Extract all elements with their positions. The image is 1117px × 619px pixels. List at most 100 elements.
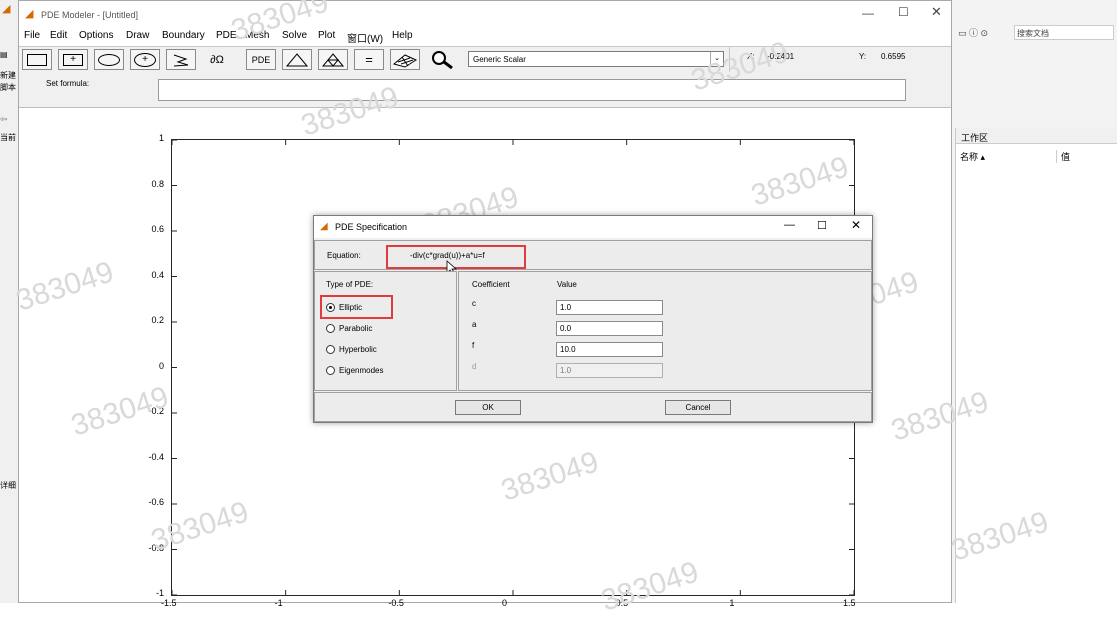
polygon-icon	[173, 54, 189, 66]
workspace-panel: 工作区 名称 ▴ 值	[955, 128, 1117, 603]
maximize-icon[interactable]: ☐	[898, 5, 909, 19]
matlab-left-strip: ◢ ▤ 新建 脚本 ⇦ 当前 详细	[0, 0, 19, 603]
matlab-dialog-icon: ◢	[320, 221, 328, 232]
y-tick-label: -0.2	[148, 406, 164, 416]
menu-file[interactable]: File	[24, 30, 40, 41]
coef-value-f-input[interactable]: 10.0	[556, 342, 663, 357]
rectangle-button[interactable]	[22, 49, 52, 70]
pde-mode-button[interactable]: PDE	[246, 49, 276, 70]
equation-label: Equation:	[327, 251, 361, 260]
coef-value-d-input: 1.0	[556, 363, 663, 378]
workspace-col-name[interactable]: 名称 ▴	[960, 150, 985, 163]
ellipse-icon	[98, 53, 120, 66]
cancel-button[interactable]: Cancel	[665, 400, 731, 415]
ellipse-center-button[interactable]: +	[130, 49, 160, 70]
left-label-details: 详细	[0, 481, 16, 490]
y-tick-label: -0.4	[148, 451, 164, 462]
back-arrow-icon[interactable]: ⇦	[0, 114, 8, 125]
coef-name-c: c	[472, 299, 476, 308]
chevron-down-icon: ⌄	[710, 52, 723, 66]
y-tick-label: 0	[158, 360, 164, 371]
y-tick-label: 0.2	[151, 315, 164, 325]
radio-eigenmodes[interactable]: Eigenmodes	[326, 365, 446, 377]
elliptic-highlight-box	[320, 295, 393, 319]
radio-eigenmodes-label: Eigenmodes	[339, 366, 384, 375]
menu-plot[interactable]: Plot	[318, 30, 335, 41]
menu-pde[interactable]: PDE	[216, 30, 237, 41]
application-mode-value: Generic Scalar	[473, 55, 526, 64]
workspace-col-value[interactable]: 值	[1056, 150, 1070, 163]
close-icon[interactable]: ✕	[931, 4, 942, 20]
y-tick-label: 0.6	[151, 224, 164, 234]
y-tick-label: 1	[158, 133, 164, 143]
x-tick-label: 0	[502, 598, 508, 608]
x-tick-label: 1.5	[843, 598, 856, 608]
plot-button[interactable]	[390, 49, 420, 70]
ellipse-button[interactable]	[94, 49, 124, 70]
radio-unselected-icon	[326, 324, 335, 333]
radio-hyperbolic-label: Hyperbolic	[339, 345, 377, 354]
menu-edit[interactable]: Edit	[50, 30, 67, 41]
coef-name-f: f	[472, 341, 475, 350]
x-tick-label: -0.5	[388, 598, 404, 608]
x-tick-label: -1	[274, 598, 283, 608]
x-tick-label: 0.5	[615, 598, 629, 608]
radio-parabolic-label: Parabolic	[339, 324, 373, 333]
left-label-script: 脚本	[0, 83, 16, 92]
refine-mesh-button[interactable]	[318, 49, 348, 70]
boundary-mode-button[interactable]: ∂Ω	[202, 49, 232, 70]
coef-value-c-input[interactable]: 1.0	[556, 300, 663, 315]
menu-window[interactable]: 窗口(W)	[347, 30, 383, 45]
coefficient-header: Coefficient	[472, 280, 510, 289]
rectangle-center-icon: +	[63, 53, 83, 66]
radio-hyperbolic[interactable]: Hyperbolic	[326, 344, 446, 356]
dialog-close-icon[interactable]: ✕	[851, 218, 861, 232]
new-script-icon[interactable]: ▤	[0, 50, 18, 68]
ok-button[interactable]: OK	[455, 400, 521, 415]
y-tick-label: 0.4	[151, 269, 164, 280]
coef-name-a: a	[472, 320, 477, 329]
menu-solve[interactable]: Solve	[282, 30, 307, 41]
formula-bar: Set formula:	[19, 73, 951, 108]
left-label-new: 新建	[0, 71, 16, 80]
left-label-current: 当前	[0, 133, 16, 142]
help-icons[interactable]: ▭ ⓘ ⊙	[958, 26, 988, 39]
radio-unselected-icon	[326, 366, 335, 375]
menu-mesh[interactable]: Mesh	[245, 30, 269, 41]
toolbar: + + ∂Ω PDE = Generic Scalar ⌄ X: -0.2401…	[19, 46, 951, 74]
menu-draw[interactable]: Draw	[126, 30, 149, 41]
coefficient-panel: Coefficient Value c 1.0 a 0.0 f 10.0 d 1…	[458, 271, 872, 391]
dialog-button-panel: OK Cancel	[314, 392, 872, 422]
polygon-button[interactable]	[166, 49, 196, 70]
menu-options[interactable]: Options	[79, 30, 113, 41]
y-coordinate-label: Y:	[859, 52, 867, 61]
rectangle-icon	[27, 53, 47, 66]
search-documentation-input[interactable]: 搜索文档	[1014, 25, 1114, 40]
pde-mode-icon: PDE	[251, 54, 271, 65]
pde-type-panel: Type of PDE: Elliptic Parabolic Hyperbol…	[314, 271, 457, 391]
rectangle-center-button[interactable]: +	[58, 49, 88, 70]
radio-unselected-icon	[326, 345, 335, 354]
coef-value-a-input[interactable]: 0.0	[556, 321, 663, 336]
radio-parabolic[interactable]: Parabolic	[326, 323, 446, 335]
minimize-icon[interactable]: —	[862, 6, 874, 20]
init-mesh-button[interactable]	[282, 49, 312, 70]
dialog-minimize-icon[interactable]: —	[784, 219, 795, 231]
dialog-title: PDE Specification	[335, 222, 408, 232]
menu-boundary[interactable]: Boundary	[162, 30, 205, 41]
y-tick-label: 0.8	[151, 178, 164, 189]
pde-type-header: Type of PDE:	[326, 280, 374, 289]
application-mode-select[interactable]: Generic Scalar ⌄	[468, 51, 724, 67]
menu-help[interactable]: Help	[392, 30, 413, 41]
value-header: Value	[557, 280, 577, 289]
y-coordinate-value: 0.6595	[881, 52, 906, 61]
solve-button[interactable]: =	[354, 49, 384, 70]
boundary-mode-icon: ∂Ω	[210, 53, 224, 66]
y-tick-label: -0.6	[148, 497, 164, 507]
zoom-button[interactable]	[428, 49, 458, 70]
dialog-maximize-icon[interactable]: ☐	[817, 219, 827, 232]
formula-input[interactable]	[158, 79, 906, 101]
matlab-figure-icon: ◢	[25, 8, 34, 20]
refine-mesh-icon	[322, 52, 344, 67]
plot-3d-icon	[392, 53, 418, 68]
